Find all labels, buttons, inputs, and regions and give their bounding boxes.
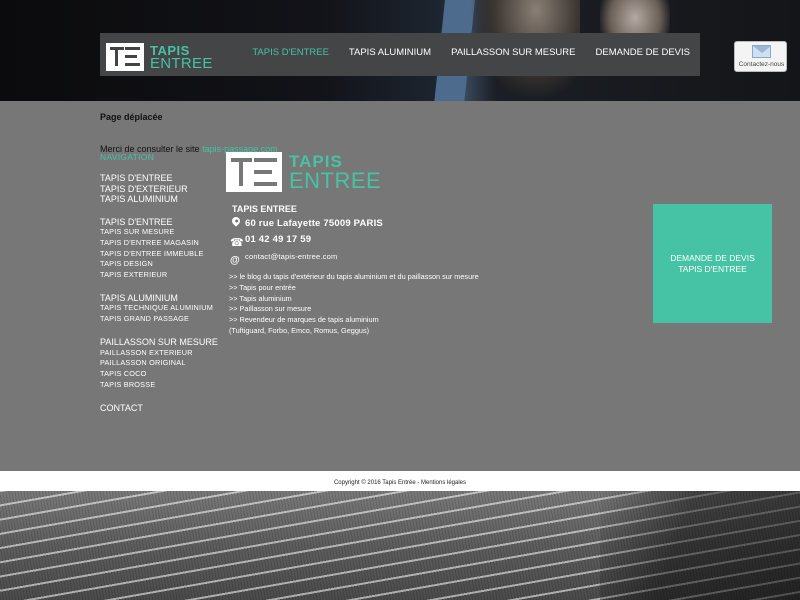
sitemap-link[interactable]: TAPIS ALUMINIUM xyxy=(100,194,230,205)
company-name: TAPIS ENTREE xyxy=(232,204,297,214)
quote-request-button[interactable]: DEMANDE DE DEVIS TAPIS D'ENTREE xyxy=(653,204,772,323)
footer-logo-text-bottom: ENTREE xyxy=(289,168,382,193)
sitemap-link[interactable]: TAPIS D'ENTREE MAGASIN xyxy=(100,238,230,249)
quote-request-line2: TAPIS D'ENTREE xyxy=(678,263,747,274)
related-link[interactable]: >> Tapis aluminium xyxy=(229,294,509,305)
phone-icon: ☎ xyxy=(230,237,244,249)
footer: Copyright © 2016 Tapis Entrée - Mentions… xyxy=(0,471,800,491)
menu-item-tapis-entree[interactable]: TAPIS D'ENTREE xyxy=(242,33,339,76)
logo-mark-icon xyxy=(106,43,144,71)
sitemap-link[interactable]: TAPIS TECHNIQUE ALUMINIUM xyxy=(100,303,230,314)
site-logo[interactable]: TAPIS ENTREE xyxy=(106,43,219,72)
related-link[interactable]: >> le blog du tapis d'extérieur du tapis… xyxy=(229,272,509,283)
phone-text[interactable]: 01 42 49 17 59 xyxy=(245,234,311,245)
menu-item-devis[interactable]: DEMANDE DE DEVIS xyxy=(586,33,701,76)
mat-photo-background xyxy=(0,491,800,600)
sitemap-link[interactable]: TAPIS D'EXTERIEUR xyxy=(100,184,230,195)
sitemap-link[interactable]: TAPIS COCO xyxy=(100,369,230,380)
menu-item-paillasson[interactable]: PAILLASSON SUR MESURE xyxy=(441,33,585,76)
sitemap-link[interactable]: TAPIS SUR MESURE xyxy=(100,227,230,238)
email-text[interactable]: contact@tapis-entree.com xyxy=(245,252,337,261)
sitemap-link[interactable]: TAPIS DESIGN xyxy=(100,259,230,270)
main-content: Page déplacée Merci de consulter le site… xyxy=(0,101,800,471)
menu-item-tapis-aluminium[interactable]: TAPIS ALUMINIUM xyxy=(339,33,441,76)
sitemap-link[interactable]: TAPIS GRAND PASSAGE xyxy=(100,314,230,325)
logo-mark-icon xyxy=(226,152,282,192)
sitemap-section-title[interactable]: PAILLASSON SUR MESURE xyxy=(100,337,230,348)
sitemap-link[interactable]: PAILLASSON EXTERIEUR xyxy=(100,348,230,359)
envelope-icon xyxy=(752,45,771,58)
related-link[interactable]: >> Paillasson sur mesure xyxy=(229,304,509,315)
contact-button-label: Contactez-nous xyxy=(738,61,785,68)
footer-logo: TAPIS ENTREE xyxy=(226,152,391,193)
at-icon: @ xyxy=(230,255,240,266)
sitemap-link[interactable]: TAPIS EXTERIEUR xyxy=(100,270,230,281)
page-moved-title: Page déplacée xyxy=(100,112,163,122)
contact-button[interactable]: Contactez-nous xyxy=(734,41,787,72)
copyright-text: Copyright © 2016 Tapis Entrée - Mentions… xyxy=(333,480,467,486)
sitemap-link[interactable]: PAILLASSON ORIGINAL xyxy=(100,358,230,369)
phone-row: ☎ 01 42 49 17 59 xyxy=(230,233,311,250)
sitemap-section-title[interactable]: TAPIS ALUMINIUM xyxy=(100,293,230,304)
sitemap-section-title[interactable]: TAPIS D'ENTREE xyxy=(100,217,230,228)
sitemap-link[interactable]: TAPIS D'ENTREE xyxy=(100,173,230,184)
sitemap-link[interactable]: TAPIS D'ENTREE IMMEUBLE xyxy=(100,249,230,260)
sitemap-heading: NAVIGATION xyxy=(100,152,155,162)
email-row: @ contact@tapis-entree.com xyxy=(230,250,337,267)
address-row: 60 rue Lafayette 75009 PARIS xyxy=(230,215,383,229)
top-navbar: TAPIS ENTREE TAPIS D'ENTREE TAPIS ALUMIN… xyxy=(100,33,700,76)
sitemap-contact-link[interactable]: CONTACT xyxy=(100,403,230,414)
hero-background: TAPIS ENTREE TAPIS D'ENTREE TAPIS ALUMIN… xyxy=(0,0,800,101)
map-pin-icon xyxy=(230,215,242,229)
main-menu: TAPIS D'ENTREE TAPIS ALUMINIUM PAILLASSO… xyxy=(242,33,700,76)
quote-request-line1: DEMANDE DE DEVIS xyxy=(670,252,755,263)
related-links: >> le blog du tapis d'extérieur du tapis… xyxy=(229,272,509,337)
sitemap-link[interactable]: TAPIS BROSSE xyxy=(100,380,230,391)
related-link[interactable]: >> Tapis pour entrée xyxy=(229,283,509,294)
related-link[interactable]: >> Revendeur de marques de tapis alumini… xyxy=(229,315,509,326)
address-text: 60 rue Lafayette 75009 PARIS xyxy=(245,217,383,229)
logo-text-bottom: ENTREE xyxy=(150,55,213,72)
sitemap: TAPIS D'ENTREE TAPIS D'EXTERIEUR TAPIS A… xyxy=(100,173,230,413)
brands-note: (Tuftiguard, Forbo, Emco, Romus, Geggus) xyxy=(229,325,370,335)
